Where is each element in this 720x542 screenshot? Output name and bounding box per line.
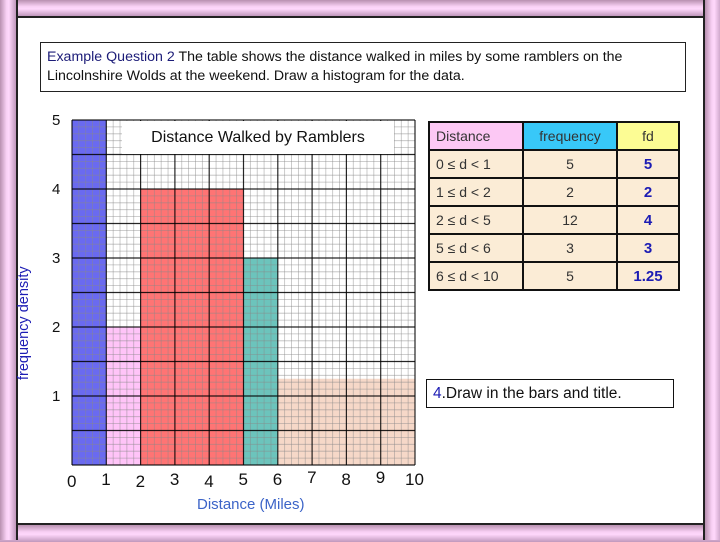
chart-title: Distance Walked by Ramblers — [122, 121, 394, 154]
cell-distance: 0 ≤ d < 1 — [428, 149, 524, 179]
cell-fd: 5 — [616, 149, 680, 179]
table-header-row: Distance frequency fd — [428, 121, 680, 151]
cell-fd: 4 — [616, 205, 680, 235]
x-tick-label: 10 — [405, 470, 424, 489]
cell-fd: 3 — [616, 233, 680, 263]
cell-distance: 2 ≤ d < 5 — [428, 205, 524, 235]
x-tick-label: 3 — [169, 470, 180, 489]
cell-frequency: 2 — [522, 177, 618, 207]
table-row: 1 ≤ d < 2 2 2 — [428, 177, 680, 207]
x-tick-label: 7 — [307, 468, 317, 487]
header-fd: fd — [616, 121, 680, 151]
x-tick-label: 5 — [238, 470, 248, 489]
table-row: 5 ≤ d < 6 3 3 — [428, 233, 680, 263]
cell-frequency: 12 — [522, 205, 618, 235]
y-tick-label: 3 — [52, 250, 61, 267]
cell-frequency: 5 — [522, 261, 618, 291]
x-tick-label: 4 — [204, 472, 214, 491]
cell-frequency: 3 — [522, 233, 618, 263]
cell-distance: 5 ≤ d < 6 — [428, 233, 524, 263]
cell-fd: 2 — [616, 177, 680, 207]
x-tick-label: 0 — [67, 472, 77, 491]
x-tick-label: 9 — [375, 468, 386, 487]
header-frequency: frequency — [522, 121, 618, 151]
x-tick-label: 2 — [135, 472, 146, 491]
x-axis-label: Distance (Miles) — [197, 496, 305, 513]
y-tick-label: 5 — [52, 112, 61, 129]
y-tick-label: 4 — [52, 181, 61, 198]
x-tick-label: 6 — [272, 470, 283, 489]
frequency-table: Distance frequency fd 0 ≤ d < 1 5 5 1 ≤ … — [428, 121, 680, 291]
y-tick-label: 2 — [52, 319, 61, 336]
y-axis-label: frequency density — [16, 266, 32, 380]
instruction-box: 4.Draw in the bars and title. — [426, 379, 674, 408]
instruction-number: 4 — [433, 385, 442, 402]
x-tick-label: 8 — [341, 470, 351, 489]
table-row: 6 ≤ d < 10 5 1.25 — [428, 261, 680, 291]
cell-distance: 1 ≤ d < 2 — [428, 177, 524, 207]
table-row: 0 ≤ d < 1 5 5 — [428, 149, 680, 179]
y-tick-label: 1 — [52, 388, 61, 405]
header-distance: Distance — [428, 121, 524, 151]
cell-frequency: 5 — [522, 149, 618, 179]
table-row: 2 ≤ d < 5 12 4 — [428, 205, 680, 235]
cell-distance: 6 ≤ d < 10 — [428, 261, 524, 291]
cell-fd: 1.25 — [616, 261, 680, 291]
instruction-text: .Draw in the bars and title. — [441, 385, 622, 402]
x-tick-label: 1 — [101, 470, 111, 489]
